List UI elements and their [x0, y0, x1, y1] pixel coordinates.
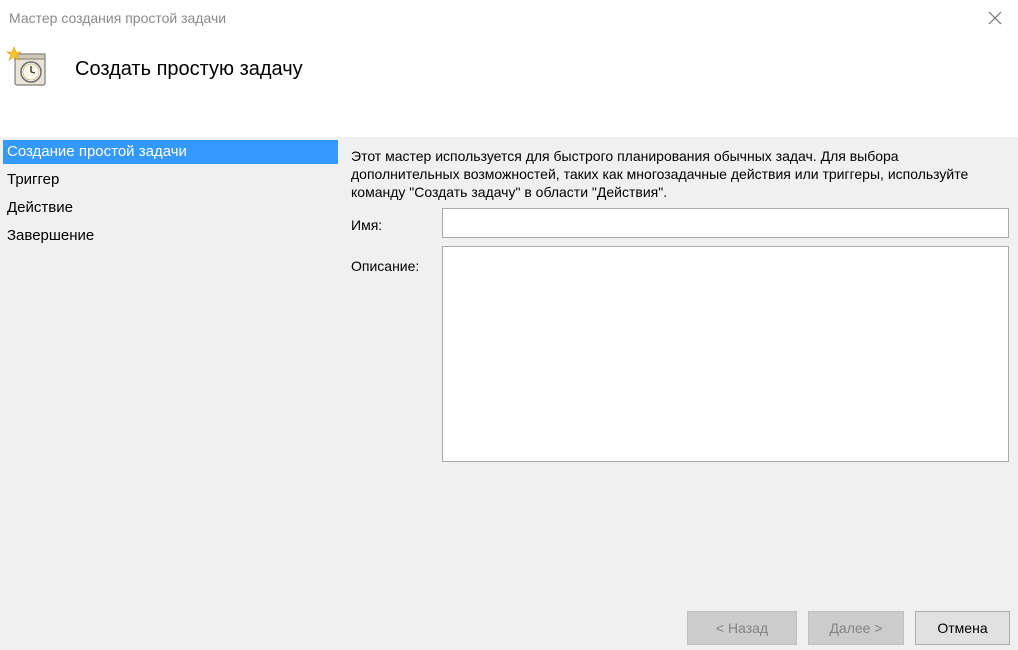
close-button[interactable]	[980, 4, 1010, 32]
wizard-window: Мастер создания простой задачи Создать п…	[0, 0, 1018, 650]
wizard-steps-sidebar: Создание простой задачи Триггер Действие…	[0, 137, 338, 650]
next-button[interactable]: Далее >	[808, 611, 904, 645]
intro-text: Этот мастер используется для быстрого пл…	[351, 148, 969, 200]
name-input[interactable]	[442, 208, 1009, 238]
page-title: Создать простую задачу	[75, 58, 303, 80]
description-label: Описание:	[351, 258, 420, 274]
description-textarea[interactable]	[442, 246, 1009, 462]
step-finish[interactable]: Завершение	[3, 224, 338, 248]
wizard-header: Создать простую задачу	[0, 36, 1018, 137]
step-create-simple-task[interactable]: Создание простой задачи	[3, 140, 338, 164]
step-action[interactable]: Действие	[3, 196, 338, 220]
name-label: Имя:	[351, 217, 383, 233]
step-trigger[interactable]: Триггер	[3, 168, 338, 192]
cancel-button[interactable]: Отмена	[915, 611, 1010, 645]
title-bar: Мастер создания простой задачи	[0, 0, 1018, 36]
clock-calendar-wizard-icon	[6, 46, 46, 86]
back-button[interactable]: < Назад	[687, 611, 797, 645]
close-icon	[988, 11, 1002, 25]
window-title: Мастер создания простой задачи	[9, 10, 227, 26]
